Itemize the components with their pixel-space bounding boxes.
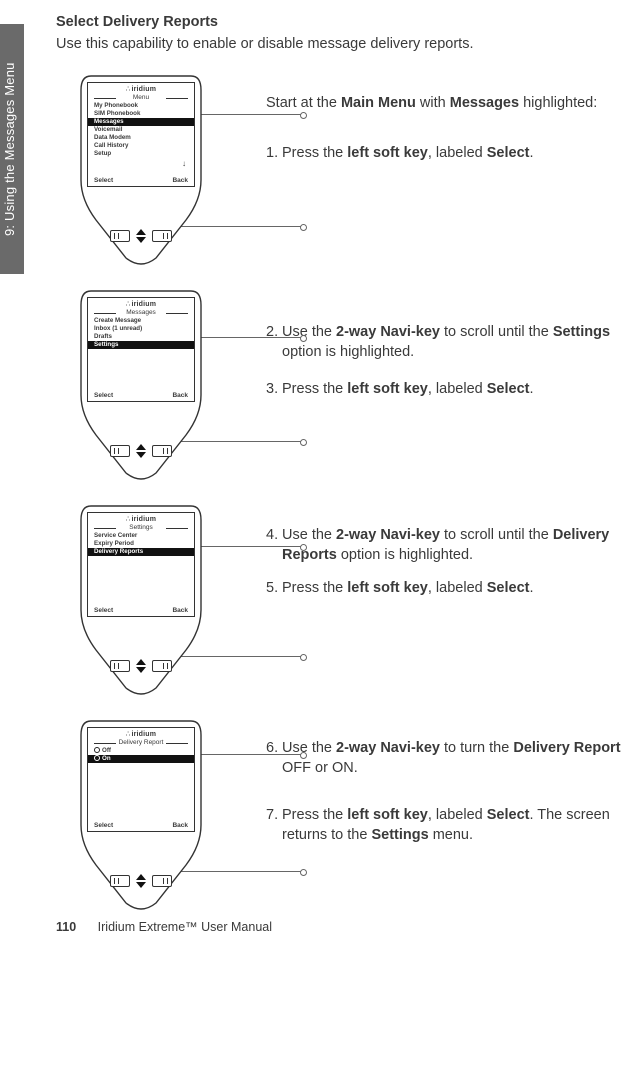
softkey-left: Select <box>94 607 113 614</box>
section-title: Select Delivery Reports <box>56 14 630 30</box>
instruction-step: 5. Press the left soft key, labeled Sele… <box>266 579 630 599</box>
menu-item-highlighted: Settings <box>88 341 194 349</box>
device-buttons <box>110 440 172 462</box>
radio-icon <box>94 747 100 753</box>
screen-title: Messages <box>88 309 194 316</box>
right-soft-key-icon <box>152 875 172 887</box>
left-soft-key-icon <box>110 660 130 672</box>
radio-option: Off <box>94 747 188 755</box>
device-screen: ∴ iridium Delivery Report Off On Select … <box>87 727 195 832</box>
radio-option-highlighted: On <box>88 755 194 763</box>
device-buttons <box>110 870 172 892</box>
screen-title: Settings <box>88 524 194 531</box>
step-row-1: ∴ iridium Menu My Phonebook SIM Phoneboo… <box>56 70 630 265</box>
device-screen: ∴ iridium Menu My Phonebook SIM Phoneboo… <box>87 82 195 187</box>
navi-key-icon <box>134 440 148 462</box>
page-content: Select Delivery Reports Use this capabil… <box>0 0 638 944</box>
left-soft-key-icon <box>110 445 130 457</box>
device-illustration: ∴ iridium Menu My Phonebook SIM Phoneboo… <box>71 70 211 265</box>
device-illustration: ∴ iridium Settings Service Center Expiry… <box>71 500 211 695</box>
screen-title: Delivery Report <box>88 739 194 746</box>
radio-icon <box>94 755 100 761</box>
device-screen: ∴ iridium Settings Service Center Expiry… <box>87 512 195 617</box>
right-soft-key-icon <box>152 660 172 672</box>
navi-key-icon <box>134 870 148 892</box>
menu-list: Create Message Inbox (1 unread) Drafts S… <box>88 316 194 349</box>
left-soft-key-icon <box>110 230 130 242</box>
left-soft-key-icon <box>110 875 130 887</box>
menu-list: Off On <box>88 746 194 763</box>
softkey-left: Select <box>94 822 113 829</box>
navi-key-icon <box>134 225 148 247</box>
instruction-text: Start at the Main Menu with Messages hig… <box>266 94 630 114</box>
menu-item: Data Modem <box>94 134 188 142</box>
softkey-right: Back <box>172 392 188 399</box>
menu-item: Service Center <box>94 532 188 540</box>
chapter-side-tab: 9: Using the Messages Menu <box>0 24 24 274</box>
softkey-right: Back <box>172 177 188 184</box>
instruction-step: 6. Use the 2-way Navi-key to turn the De… <box>266 739 630 778</box>
instruction-step: 4. Use the 2-way Navi-key to scroll unti… <box>266 526 630 565</box>
step-row-3: ∴ iridium Settings Service Center Expiry… <box>56 500 630 695</box>
softkey-right: Back <box>172 607 188 614</box>
menu-item-highlighted: Delivery Reports <box>88 548 194 556</box>
brand-label: ∴ iridium <box>88 513 194 523</box>
softkey-left: Select <box>94 392 113 399</box>
step-row-2: ∴ iridium Messages Create Message Inbox … <box>56 285 630 480</box>
section-intro: Use this capability to enable or disable… <box>56 36 630 52</box>
navi-key-icon <box>134 655 148 677</box>
menu-item: Inbox (1 unread) <box>94 325 188 333</box>
right-soft-key-icon <box>152 445 172 457</box>
instruction-step: 2. Use the 2-way Navi-key to scroll unti… <box>266 323 630 362</box>
screen-title: Menu <box>88 94 194 101</box>
step-row-4: ∴ iridium Delivery Report Off On Select … <box>56 715 630 910</box>
menu-item-highlighted: Messages <box>88 118 194 126</box>
device-buttons <box>110 655 172 677</box>
instruction-step: 7. Press the left soft key, labeled Sele… <box>266 806 630 845</box>
instruction-step: 3. Press the left soft key, labeled Sele… <box>266 380 630 400</box>
menu-item: Expiry Period <box>94 540 188 548</box>
menu-item: Voicemail <box>94 126 188 134</box>
menu-list: My Phonebook SIM Phonebook Messages Voic… <box>88 101 194 158</box>
menu-item: SIM Phonebook <box>94 110 188 118</box>
menu-item: Setup <box>94 150 188 158</box>
instruction-step: 1. Press the left soft key, labeled Sele… <box>266 144 630 164</box>
page-number: 110 <box>56 920 76 934</box>
menu-list: Service Center Expiry Period Delivery Re… <box>88 531 194 556</box>
brand-label: ∴ iridium <box>88 728 194 738</box>
brand-label: ∴ iridium <box>88 83 194 93</box>
menu-item: Drafts <box>94 333 188 341</box>
softkey-right: Back <box>172 822 188 829</box>
menu-item: Create Message <box>94 317 188 325</box>
right-soft-key-icon <box>152 230 172 242</box>
menu-item: My Phonebook <box>94 102 188 110</box>
menu-item: Call History <box>94 142 188 150</box>
device-screen: ∴ iridium Messages Create Message Inbox … <box>87 297 195 402</box>
brand-label: ∴ iridium <box>88 298 194 308</box>
manual-title: Iridium Extreme™ User Manual <box>98 920 272 934</box>
device-illustration: ∴ iridium Delivery Report Off On Select … <box>71 715 211 910</box>
scroll-down-icon: ↓ <box>182 159 186 168</box>
page-footer: 110 Iridium Extreme™ User Manual <box>56 920 630 934</box>
device-illustration: ∴ iridium Messages Create Message Inbox … <box>71 285 211 480</box>
softkey-left: Select <box>94 177 113 184</box>
device-buttons <box>110 225 172 247</box>
